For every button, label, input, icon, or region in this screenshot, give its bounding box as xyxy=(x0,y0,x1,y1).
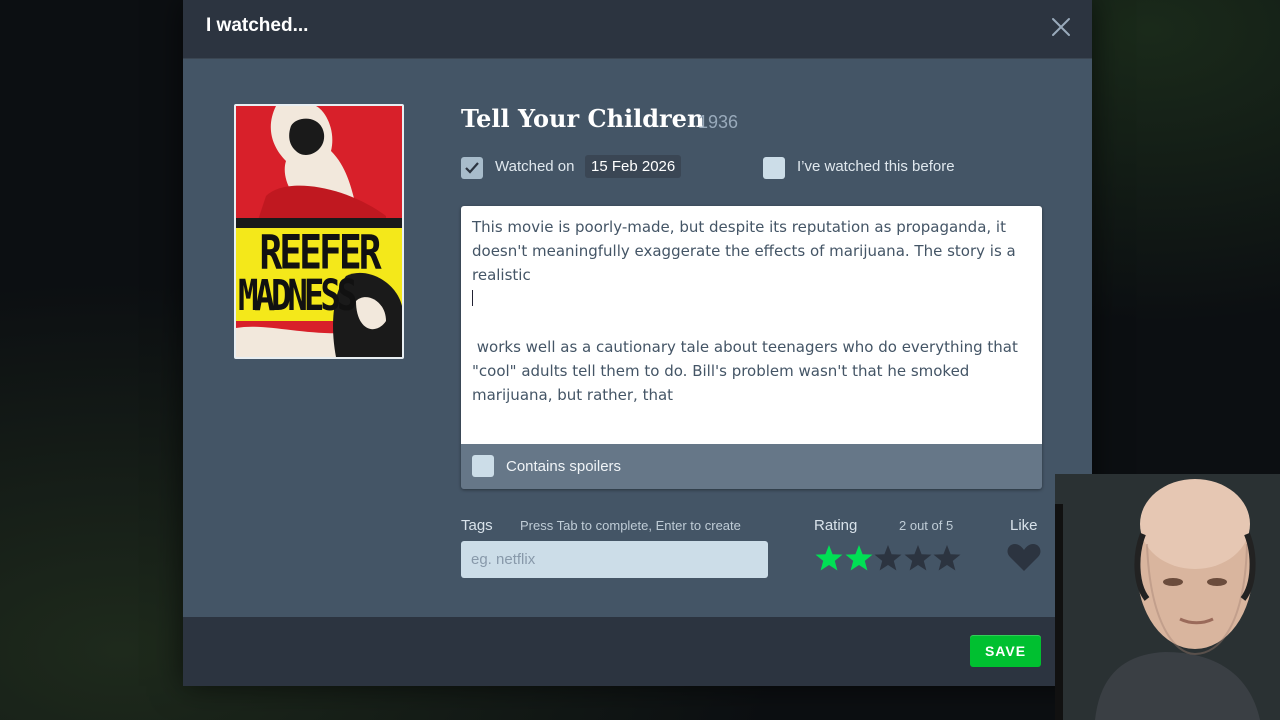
spoiler-bar: Contains spoilers xyxy=(461,444,1042,489)
rating-label: Rating xyxy=(814,517,858,534)
spoilers-checkbox[interactable] xyxy=(472,455,494,477)
rewatch-checkbox[interactable] xyxy=(763,157,785,179)
rewatch-label: I’ve watched this before xyxy=(797,158,955,175)
checkmark-icon xyxy=(465,162,479,174)
film-title: Tell Your Children xyxy=(461,104,705,133)
star-filled-icon[interactable] xyxy=(814,542,844,574)
spoilers-label: Contains spoilers xyxy=(506,458,622,475)
modal-title: I watched... xyxy=(206,15,309,36)
tags-input[interactable] xyxy=(461,541,768,578)
star-empty-icon[interactable] xyxy=(932,542,962,574)
star-filled-icon[interactable] xyxy=(844,542,874,574)
save-button[interactable]: SAVE xyxy=(970,635,1041,667)
review-box: This movie is poorly-made, but despite i… xyxy=(461,206,1042,489)
like-label: Like xyxy=(1010,517,1038,534)
review-textarea[interactable]: This movie is poorly-made, but despite i… xyxy=(461,206,1042,444)
film-year[interactable]: 1936 xyxy=(698,112,738,133)
watched-on-checkbox[interactable] xyxy=(461,157,483,179)
text-caret xyxy=(472,290,473,306)
star-empty-icon[interactable] xyxy=(873,542,903,574)
like-button[interactable] xyxy=(1006,543,1042,573)
watched-on-label: Watched on xyxy=(495,158,575,175)
log-film-modal: I watched... REEFER MADNESS Tell Your Ch… xyxy=(183,0,1092,686)
close-icon xyxy=(1052,18,1070,36)
webcam-person xyxy=(1055,474,1280,720)
review-paragraph: works well as a cautionary tale about te… xyxy=(472,338,1023,404)
star-empty-icon[interactable] xyxy=(903,542,933,574)
review-paragraph: This movie is poorly-made, but despite i… xyxy=(472,218,1021,284)
modal-header: I watched... xyxy=(183,0,1092,59)
close-button[interactable] xyxy=(1050,14,1072,40)
film-poster: REEFER MADNESS xyxy=(234,104,404,359)
modal-footer: SAVE xyxy=(183,617,1092,686)
webcam-overlay xyxy=(1055,474,1280,720)
heart-icon xyxy=(1007,544,1041,571)
star-rating[interactable] xyxy=(814,542,962,574)
rating-value: 2 out of 5 xyxy=(899,518,954,533)
tags-label: Tags xyxy=(461,517,493,534)
poster-title: REEFER MADNESS xyxy=(238,224,382,322)
tags-hint: Press Tab to complete, Enter to create xyxy=(520,518,741,533)
watched-date[interactable]: 15 Feb 2026 xyxy=(585,155,682,178)
